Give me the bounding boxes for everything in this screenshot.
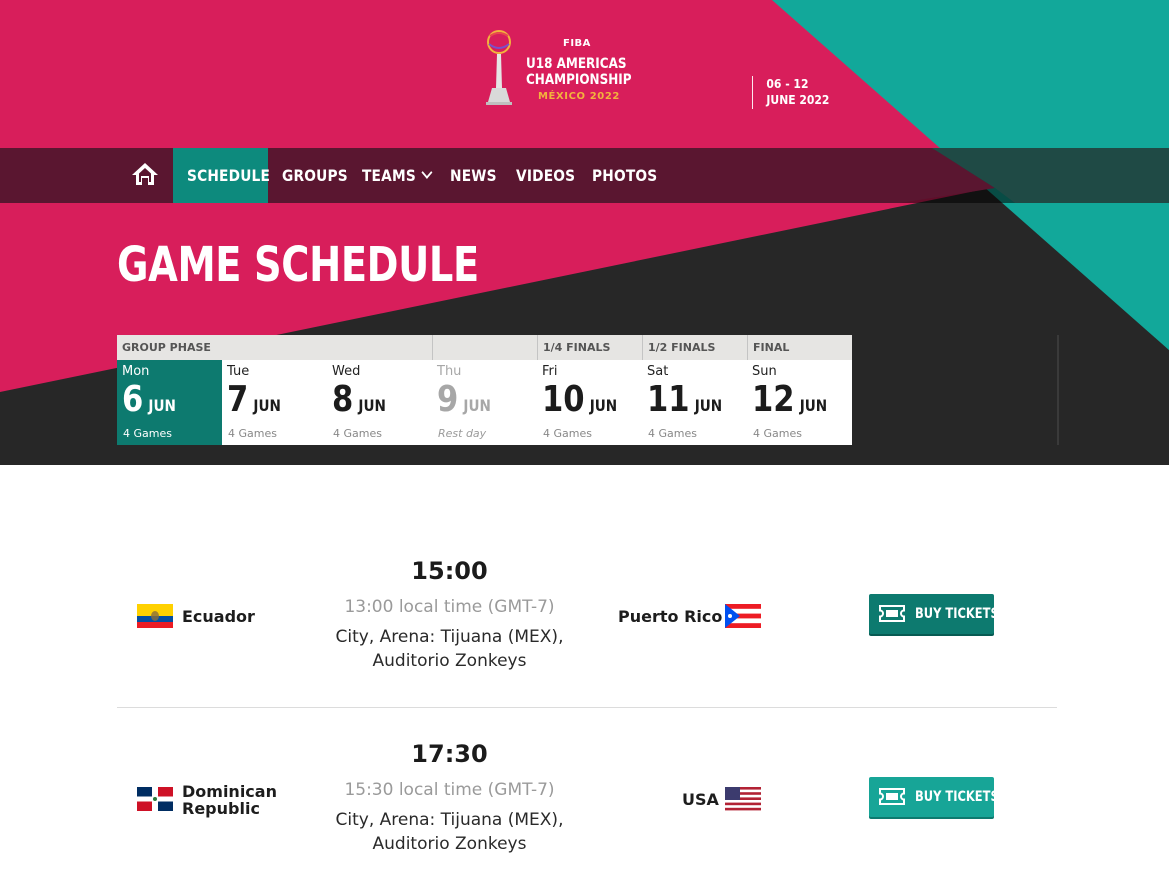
day-month: JUN [463, 396, 491, 415]
game-row: Dominican Republic 17:30 15:30 local tim… [117, 728, 1057, 889]
day-tab[interactable]: Sat 11 JUN 4 Games [642, 360, 747, 445]
day-date: 11 JUN [647, 380, 722, 426]
day-date: 8 JUN [332, 380, 386, 426]
nav-item-groups[interactable]: GROUPS [282, 148, 348, 203]
day-number: 7 [227, 379, 249, 420]
home-icon[interactable] [130, 160, 160, 188]
date-selector: GROUP PHASE 1/4 FINALS 1/2 FINALS FINAL … [117, 335, 852, 445]
championship-logo[interactable]: FIBA U18 AMERICAS CHAMPIONSHIP MÉXICO 20… [478, 28, 638, 112]
local-time: 13:00 local time (GMT-7) [344, 597, 555, 617]
buy-tickets-label: BUY TICKETS [915, 789, 999, 805]
day-games: 4 Games [333, 427, 382, 440]
phase-final: FINAL [747, 335, 852, 360]
day-weekday: Tue [227, 364, 250, 379]
day-month: JUN [799, 396, 828, 415]
phase-empty [432, 335, 537, 360]
nav-item-photos[interactable]: PHOTOS [592, 148, 657, 203]
game-time: 15:00 [411, 557, 488, 585]
home-team-name[interactable]: Dominican Republic [182, 783, 277, 817]
scroll-indicator [1057, 335, 1059, 445]
day-weekday: Thu [437, 364, 462, 379]
day-number: 11 [647, 379, 690, 420]
day-date: 9 JUN [437, 380, 491, 426]
day-weekday: Wed [332, 364, 361, 379]
day-number: 8 [332, 379, 354, 420]
buy-tickets-button[interactable]: BUY TICKETS [869, 777, 999, 817]
phase-group: GROUP PHASE [122, 341, 211, 354]
event-dates-range: 06 - 12 [766, 77, 809, 91]
page-title: GAME SCHEDULE [117, 237, 479, 293]
event-dates: 06 - 12 JUNE 2022 [752, 76, 829, 109]
day-games: 4 Games [543, 427, 592, 440]
day-tab[interactable]: Wed 8 JUN 4 Games [327, 360, 432, 445]
nav-item-teams-label: TEAMS [362, 166, 416, 185]
main-nav: SCHEDULE GROUPS TEAMS NEWS VIDEOS PHOTOS [0, 148, 1169, 203]
day-tab[interactable]: Mon 6 JUN 4 Games [117, 360, 222, 445]
venue-line-1: City, Arena: Tijuana (MEX), [335, 627, 564, 647]
nav-item-videos[interactable]: VIDEOS [516, 148, 575, 203]
logo-line-3: MÉXICO 2022 [538, 91, 620, 102]
day-number: 12 [752, 379, 795, 420]
nav-item-news[interactable]: NEWS [450, 148, 497, 203]
phase-semifinals: 1/2 FINALS [642, 335, 747, 360]
dominican-republic-flag-icon [137, 787, 173, 811]
day-weekday: Mon [122, 364, 150, 379]
day-weekday: Fri [542, 364, 558, 379]
day-date: 7 JUN [227, 380, 281, 426]
home-team-name-line-2: Republic [182, 799, 260, 818]
nav-item-teams[interactable]: TEAMS [362, 148, 433, 203]
buy-tickets-button[interactable]: BUY TICKETS [869, 594, 999, 634]
logo-line-2: CHAMPIONSHIP [526, 72, 632, 88]
usa-flag-icon [725, 787, 761, 811]
day-month: JUN [589, 396, 618, 415]
venue-line-2: Auditorio Zonkeys [372, 834, 527, 854]
day-number: 10 [542, 379, 585, 420]
day-number: 6 [122, 379, 144, 420]
day-games: 4 Games [648, 427, 697, 440]
day-games: 4 Games [753, 427, 802, 440]
game-time: 17:30 [411, 740, 488, 768]
game-row: Ecuador 15:00 13:00 local time (GMT-7) C… [117, 545, 1057, 715]
day-tab[interactable]: Fri 10 JUN 4 Games [537, 360, 642, 445]
nav-item-schedule[interactable]: SCHEDULE [187, 148, 270, 203]
day-weekday: Sun [752, 364, 777, 379]
day-month: JUN [253, 396, 281, 415]
phase-header-row: GROUP PHASE 1/4 FINALS 1/2 FINALS FINAL [117, 335, 852, 360]
logo-line-1: U18 AMERICAS [526, 56, 627, 72]
away-team-name[interactable]: USA [682, 791, 719, 808]
game-divider [117, 707, 1057, 708]
day-date: 6 JUN [122, 380, 176, 426]
day-tab[interactable]: Sun 12 JUN 4 Games [747, 360, 852, 445]
day-date: 10 JUN [542, 380, 617, 426]
home-team-name[interactable]: Ecuador [182, 608, 255, 625]
day-date: 12 JUN [752, 380, 827, 426]
day-month: JUN [694, 396, 723, 415]
ticket-icon [879, 605, 905, 622]
venue-line-1: City, Arena: Tijuana (MEX), [335, 810, 564, 830]
ecuador-flag-icon [137, 604, 173, 628]
logo-org: FIBA [563, 38, 591, 49]
event-dates-month: JUNE 2022 [766, 93, 830, 107]
day-rest-label: Rest day [438, 427, 487, 440]
day-games: 4 Games [228, 427, 277, 440]
hero-banner: FIBA U18 AMERICAS CHAMPIONSHIP MÉXICO 20… [0, 0, 1169, 465]
venue-line-2: Auditorio Zonkeys [372, 651, 527, 671]
local-time: 15:30 local time (GMT-7) [344, 780, 555, 800]
day-number: 9 [437, 379, 459, 420]
ticket-icon [879, 788, 905, 805]
puerto-rico-flag-icon [725, 604, 761, 628]
buy-tickets-label: BUY TICKETS [915, 606, 999, 622]
day-month: JUN [358, 396, 386, 415]
phase-quarterfinals: 1/4 FINALS [537, 335, 642, 360]
trophy-icon [486, 30, 512, 105]
chevron-down-icon [421, 166, 433, 179]
home-team-name-line-1: Dominican [182, 782, 277, 801]
away-team-name[interactable]: Puerto Rico [618, 608, 722, 625]
day-tab: Thu 9 JUN Rest day [432, 360, 537, 445]
day-tab[interactable]: Tue 7 JUN 4 Games [222, 360, 327, 445]
day-month: JUN [148, 396, 176, 415]
day-weekday: Sat [647, 364, 669, 379]
day-games: 4 Games [123, 427, 172, 440]
